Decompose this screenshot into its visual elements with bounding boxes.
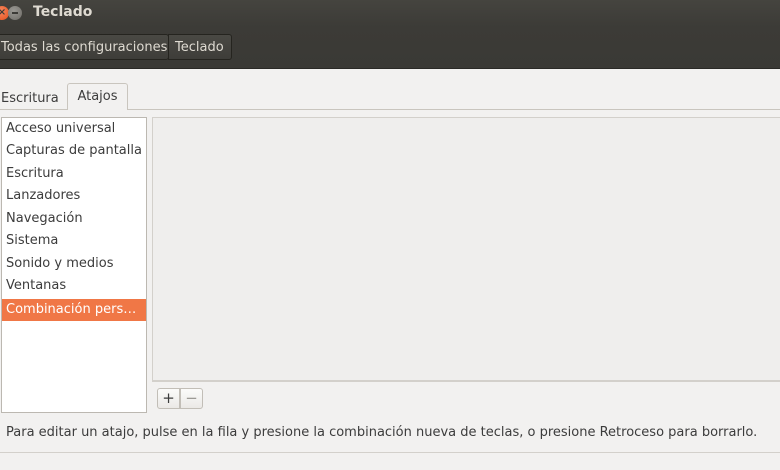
- minus-icon: −: [185, 389, 198, 407]
- shortcut-list-toolbar: + −: [152, 381, 780, 413]
- shortcut-category-list[interactable]: Acceso universal Capturas de pantalla Es…: [1, 117, 147, 413]
- tab-typing-label: Escritura: [1, 91, 59, 106]
- window-title: Teclado: [33, 4, 93, 20]
- close-icon: ×: [0, 7, 7, 18]
- breadcrumb: Todas las configuraciones Teclado: [0, 27, 780, 69]
- keyboard-settings-window: × Teclado Todas las configuraciones Tecl…: [0, 0, 780, 470]
- title-bar: × Teclado: [0, 0, 780, 27]
- bottom-divider: [0, 452, 780, 453]
- add-shortcut-button[interactable]: +: [157, 388, 180, 409]
- category-item-windows[interactable]: Ventanas: [2, 275, 146, 297]
- category-item-universal-access[interactable]: Acceso universal: [2, 118, 146, 140]
- category-item-sound-media[interactable]: Sonido y medios: [2, 253, 146, 275]
- category-item-screenshots[interactable]: Capturas de pantalla: [2, 140, 146, 162]
- category-item-system[interactable]: Sistema: [2, 230, 146, 252]
- breadcrumb-keyboard[interactable]: Teclado: [168, 34, 232, 60]
- tab-shortcuts[interactable]: Atajos: [67, 83, 128, 110]
- category-item-typing[interactable]: Escritura: [2, 163, 146, 185]
- help-text: Para editar un atajo, pulse en la fila y…: [6, 425, 758, 440]
- category-item-launchers[interactable]: Lanzadores: [2, 185, 146, 207]
- breadcrumb-all-settings[interactable]: Todas las configuraciones: [0, 34, 169, 60]
- category-item-navigation[interactable]: Navegación: [2, 208, 146, 230]
- plus-icon: +: [162, 389, 175, 407]
- category-item-custom-shortcuts[interactable]: Combinación pers…: [2, 299, 146, 321]
- minimize-window-button[interactable]: [8, 6, 22, 20]
- shortcut-list-pane[interactable]: [152, 117, 780, 381]
- remove-shortcut-button[interactable]: −: [180, 388, 203, 409]
